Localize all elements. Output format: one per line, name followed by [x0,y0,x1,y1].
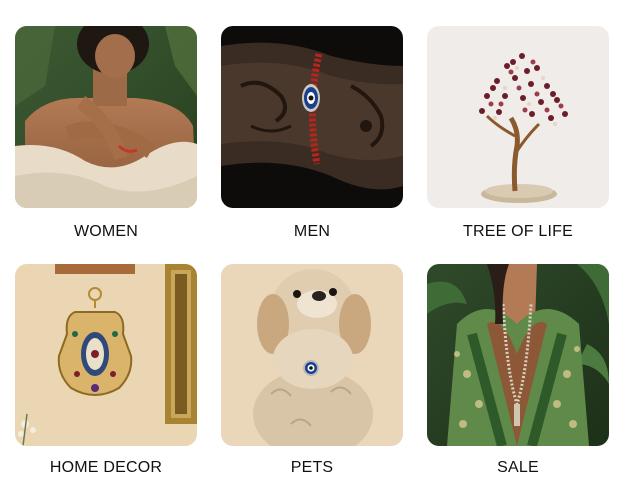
category-tile-sale[interactable]: SALE [427,264,609,478]
category-tile-men[interactable]: MEN [221,26,403,242]
pets-category-image[interactable] [221,264,403,446]
home-decor-category-label[interactable]: HOME DECOR [15,458,197,478]
men-category-image[interactable] [221,26,403,208]
tree-of-life-category-image[interactable] [427,26,609,208]
men-category-label[interactable]: MEN [221,222,403,242]
women-category-label[interactable]: WOMEN [15,222,197,242]
category-grid: WOMEN MEN TREE OF LIFE HOME DECOR PETS S… [15,26,609,478]
pets-category-label[interactable]: PETS [221,458,403,478]
category-tile-women[interactable]: WOMEN [15,26,197,242]
home-decor-category-image[interactable] [15,264,197,446]
tree-of-life-category-label[interactable]: TREE OF LIFE [427,222,609,242]
category-tile-home-decor[interactable]: HOME DECOR [15,264,197,478]
women-category-image[interactable] [15,26,197,208]
sale-category-label[interactable]: SALE [427,458,609,478]
sale-category-image[interactable] [427,264,609,446]
category-tile-pets[interactable]: PETS [221,264,403,478]
category-tile-tree-of-life[interactable]: TREE OF LIFE [427,26,609,242]
